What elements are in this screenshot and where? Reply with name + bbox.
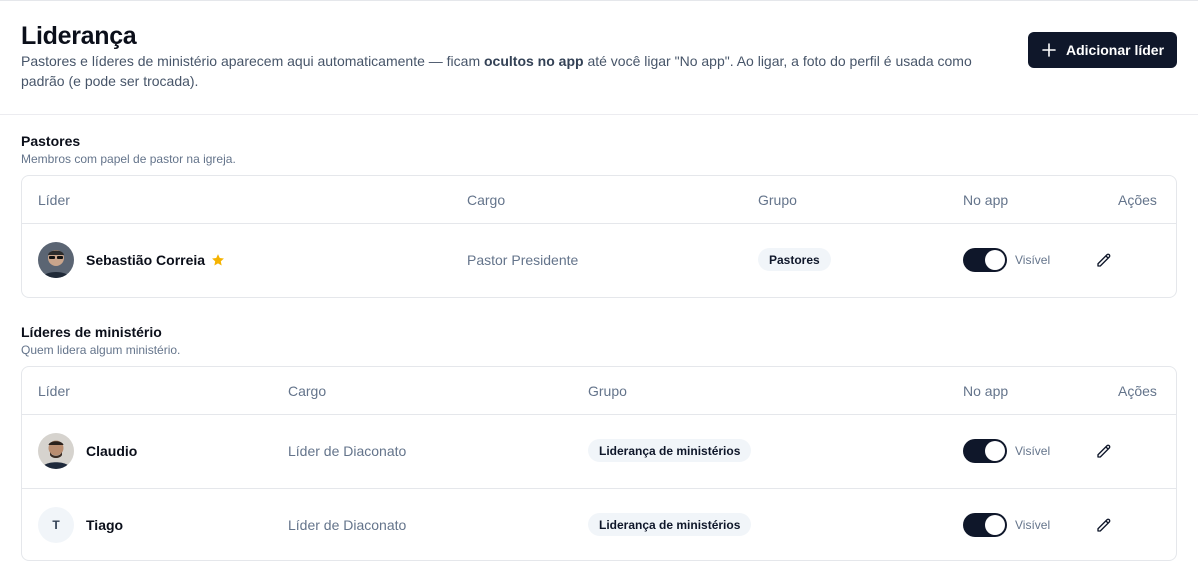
table-row: Claudio Líder de Diaconato Liderança de … [22, 415, 1176, 488]
col-grupo: Grupo [588, 383, 627, 399]
star-icon [212, 254, 225, 266]
visibility-label: Visível [1015, 444, 1051, 458]
no-app-toggle[interactable] [963, 439, 1007, 463]
table-header: Líder Cargo Grupo No app Ações [22, 176, 1176, 224]
visibility-label: Visível [1015, 518, 1051, 532]
leader-name: Tiago [86, 517, 124, 533]
toggle-knob [985, 515, 1005, 535]
add-leader-label: Adicionar líder [1066, 42, 1165, 58]
page-description: Pastores e líderes de ministério aparece… [21, 51, 1001, 91]
pencil-icon[interactable] [1095, 516, 1113, 534]
col-acoes: Ações [1118, 192, 1157, 208]
desc-bold: ocultos no app [484, 53, 584, 69]
table-row: T Tiago Líder de Diaconato Liderança de … [22, 488, 1176, 560]
leader-cargo: Líder de Diaconato [288, 517, 407, 533]
leader-cargo: Líder de Diaconato [288, 443, 407, 459]
section-subtitle-pastores: Membros com papel de pastor na igreja. [21, 152, 236, 166]
avatar [38, 242, 74, 278]
leader-name: Sebastião Correia [86, 252, 225, 268]
avatar [38, 433, 74, 469]
no-app-toggle[interactable] [963, 513, 1007, 537]
visibility-label: Visível [1015, 253, 1051, 267]
section-title-lideres: Líderes de ministério [21, 324, 162, 340]
lideres-table: Líder Cargo Grupo No app Ações Claudio L… [21, 366, 1177, 561]
page-title: Liderança [21, 22, 137, 50]
col-cargo: Cargo [288, 383, 327, 399]
col-no-app: No app [963, 192, 1009, 208]
col-no-app: No app [963, 383, 1009, 399]
pencil-icon[interactable] [1095, 251, 1113, 269]
group-badge: Pastores [758, 248, 831, 271]
col-acoes: Ações [1118, 383, 1157, 399]
col-grupo: Grupo [758, 192, 797, 208]
col-lider: Líder [38, 383, 70, 399]
avatar-initial: T [38, 507, 74, 543]
toggle-knob [985, 441, 1005, 461]
add-leader-button[interactable]: Adicionar líder [1028, 32, 1177, 68]
desc-before: Pastores e líderes de ministério aparece… [21, 53, 484, 69]
col-cargo: Cargo [467, 192, 506, 208]
leader-name: Claudio [86, 443, 138, 459]
plus-icon [1042, 43, 1056, 57]
page-header: Liderança Pastores e líderes de ministér… [0, 1, 1198, 115]
group-badge: Liderança de ministérios [588, 513, 752, 536]
no-app-toggle[interactable] [963, 248, 1007, 272]
leader-cargo: Pastor Presidente [467, 252, 579, 268]
table-row: Sebastião Correia Pastor Presidente Past… [22, 224, 1176, 297]
section-title-pastores: Pastores [21, 133, 81, 149]
pencil-icon[interactable] [1095, 442, 1113, 460]
group-badge: Liderança de ministérios [588, 439, 752, 462]
table-header: Líder Cargo Grupo No app Ações [22, 367, 1176, 415]
col-lider: Líder [38, 192, 70, 208]
section-subtitle-lideres: Quem lidera algum ministério. [21, 343, 181, 357]
toggle-knob [985, 250, 1005, 270]
pastores-table: Líder Cargo Grupo No app Ações Sebastião… [21, 175, 1177, 298]
